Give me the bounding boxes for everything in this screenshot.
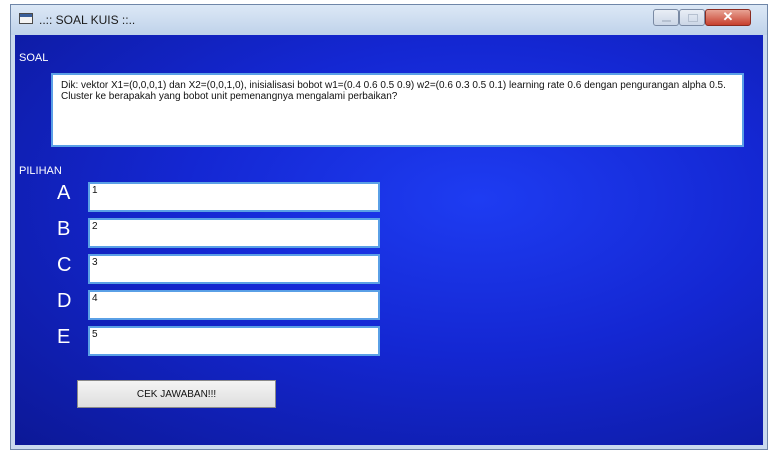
app-window-icon xyxy=(19,13,33,24)
question-textbox[interactable]: Dik: vektor X1=(0,0,0,1) dan X2=(0,0,1,0… xyxy=(51,73,744,147)
form-client-area: SOAL Dik: vektor X1=(0,0,0,1) dan X2=(0,… xyxy=(15,35,763,445)
close-glyph: ✕ xyxy=(722,9,734,24)
option-b-field[interactable]: 2 xyxy=(88,218,380,248)
option-d-letter: D xyxy=(57,290,72,312)
soal-label: SOAL xyxy=(19,52,49,64)
option-b-letter: B xyxy=(57,218,71,240)
option-c-letter: C xyxy=(57,254,72,276)
option-a-letter: A xyxy=(57,182,71,204)
window-title: ..:: SOAL KUIS ::.. xyxy=(39,13,136,27)
minimize-icon[interactable] xyxy=(653,9,679,26)
check-answer-button[interactable]: CEK JAWABAN!!! xyxy=(77,380,276,408)
quiz-window: ..:: SOAL KUIS ::.. ✕ SOAL Dik: vektor X… xyxy=(10,4,768,450)
option-d-field[interactable]: 4 xyxy=(88,290,380,320)
pilihan-label: PILIHAN xyxy=(19,165,62,177)
option-e-field[interactable]: 5 xyxy=(88,326,380,356)
maximize-icon[interactable] xyxy=(679,9,705,26)
option-c-field[interactable]: 3 xyxy=(88,254,380,284)
title-bar[interactable]: ..:: SOAL KUIS ::.. ✕ xyxy=(11,5,767,35)
option-e-letter: E xyxy=(57,326,71,348)
option-a-field[interactable]: 1 xyxy=(88,182,380,212)
close-icon[interactable]: ✕ xyxy=(705,9,751,26)
